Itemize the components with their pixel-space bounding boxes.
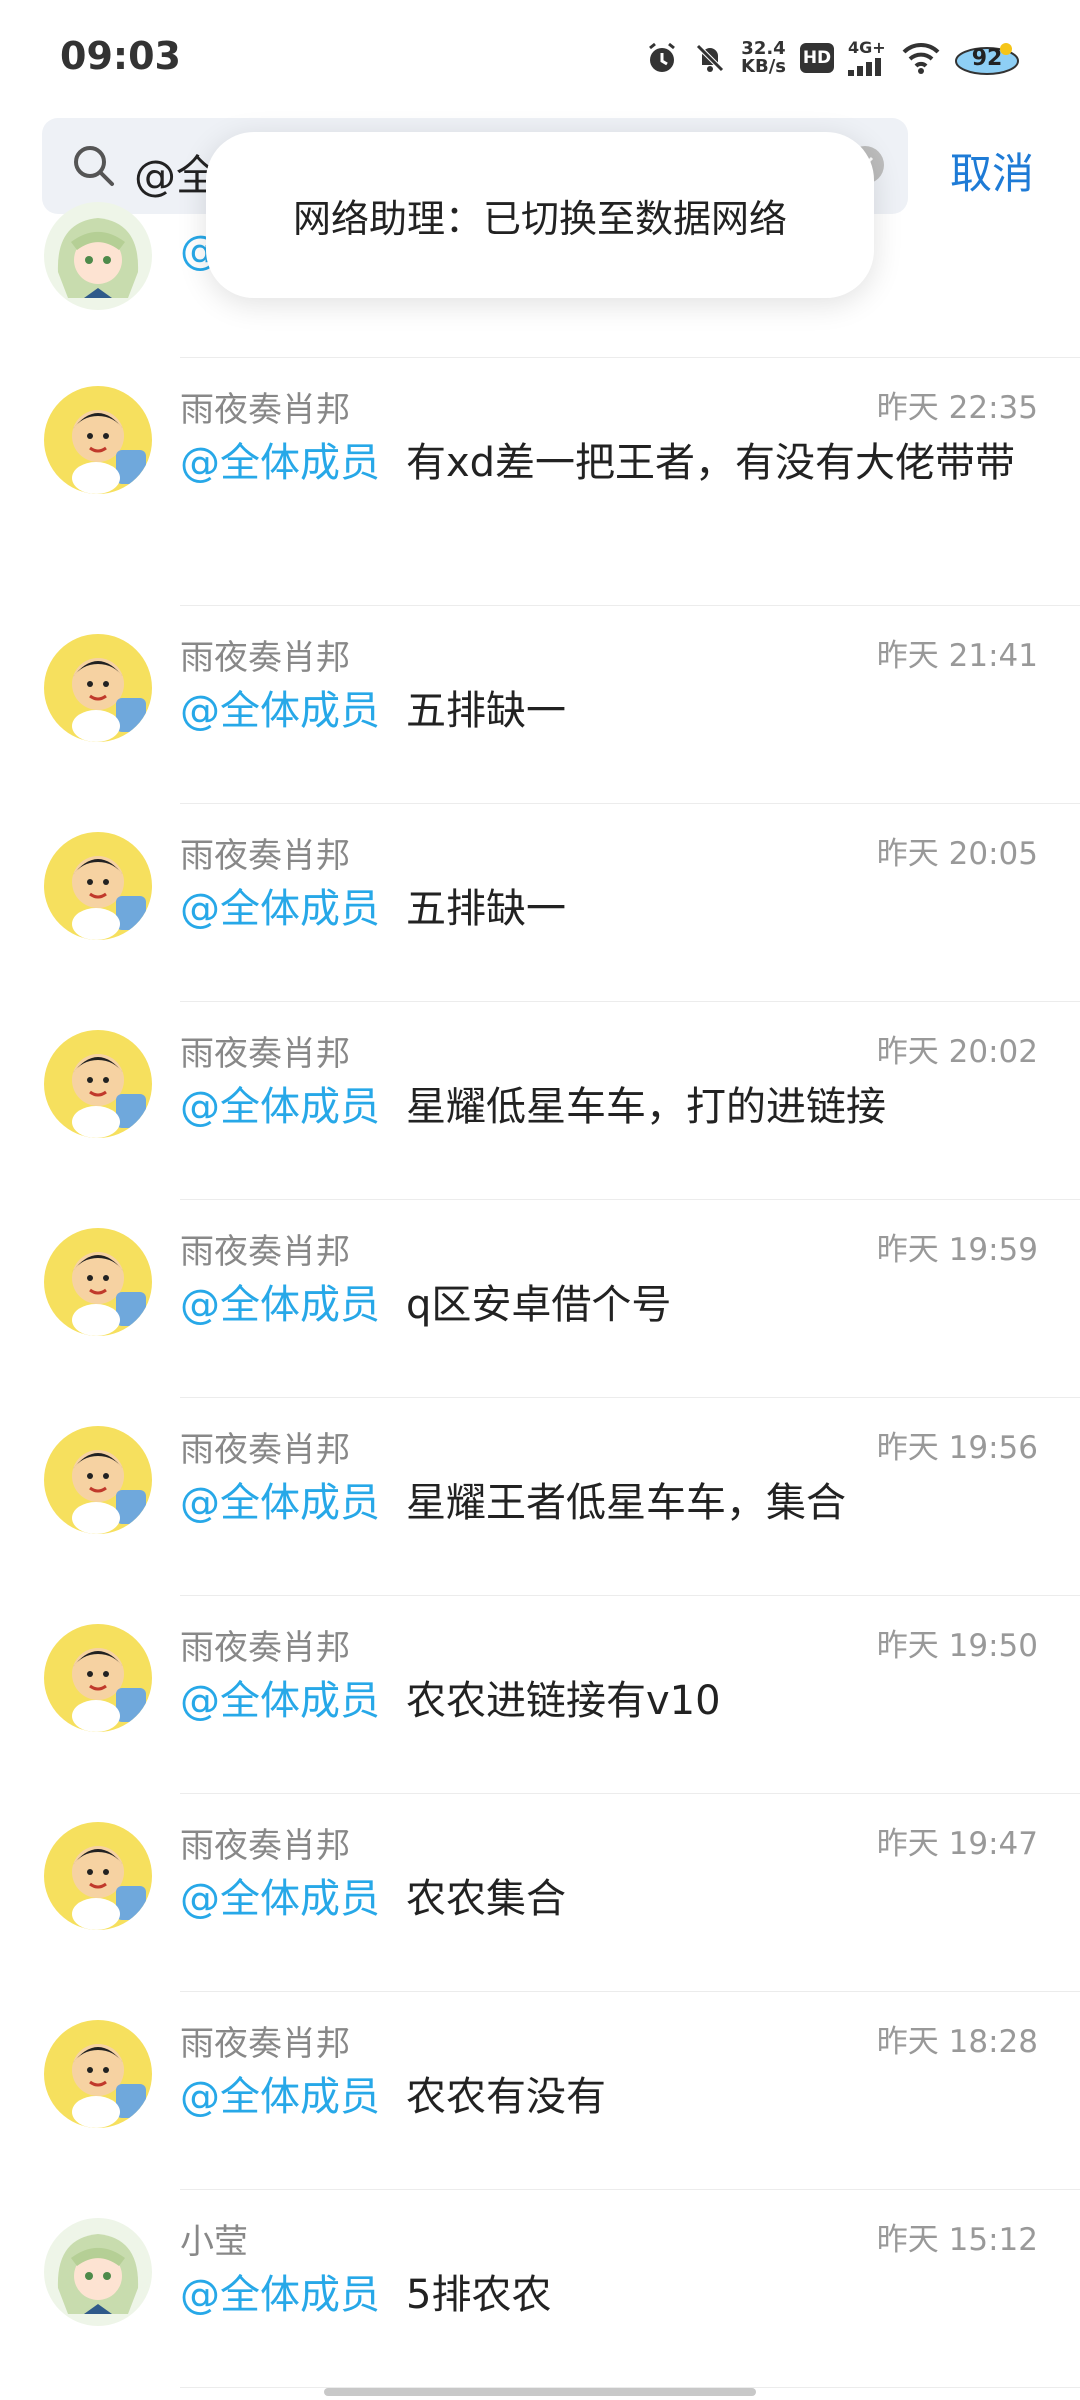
mention-all-tag[interactable]: @全体成员 xyxy=(180,886,380,932)
mention-all-tag[interactable]: @全体成员 xyxy=(180,2272,380,2318)
hd-icon: HD xyxy=(800,43,834,73)
message-text: @全体成员 q区安卓借个号 xyxy=(180,1280,1040,1330)
message-body: 农农进链接有v10 xyxy=(406,1678,721,1724)
mention-all-tag[interactable]: @全体成员 xyxy=(180,1678,380,1724)
message-time: 昨天 18:28 xyxy=(876,2024,1038,2060)
message-text: @全体成员 五排缺一 xyxy=(180,686,1040,736)
sender-name: 雨夜奏肖邦 xyxy=(180,1628,350,1668)
message-body: 星耀王者低星车车，集合 xyxy=(406,1480,846,1526)
battery-icon: 92 xyxy=(954,41,1020,75)
message-text: @全体成员 农农进链接有v10 xyxy=(180,1676,1040,1726)
sender-name: 雨夜奏肖邦 xyxy=(180,836,350,876)
message-row[interactable]: 雨夜奏肖邦 昨天 22:35 @全体成员 有xd差一把王者，有没有大佬带带 xyxy=(0,358,1080,606)
sender-name: 雨夜奏肖邦 xyxy=(180,1430,350,1470)
message-row[interactable]: 小莹 昨天 15:12 @全体成员 5排农农 xyxy=(0,2190,1080,2388)
message-row[interactable]: 雨夜奏肖邦 昨天 20:02 @全体成员 星耀低星车车，打的进链接 xyxy=(0,1002,1080,1200)
sender-name: 小莹 xyxy=(180,2222,248,2262)
sender-name: 雨夜奏肖邦 xyxy=(180,2024,350,2064)
message-text: @全体成员 有xd差一把王者，有没有大佬带带 xyxy=(180,438,1040,488)
avatar[interactable] xyxy=(44,386,152,494)
status-time: 09:03 xyxy=(60,34,181,78)
message-row[interactable]: 雨夜奏肖邦 昨天 19:50 @全体成员 农农进链接有v10 xyxy=(0,1596,1080,1794)
message-time: 昨天 19:47 xyxy=(876,1826,1038,1862)
mention-all-tag[interactable]: @全体成员 xyxy=(180,1480,380,1526)
avatar[interactable] xyxy=(44,832,152,940)
message-body: 5排农农 xyxy=(406,2272,552,2318)
avatar[interactable] xyxy=(44,2020,152,2128)
message-text: @全体成员 星耀低星车车，打的进链接 xyxy=(180,1082,1040,1132)
status-bar: 09:03 32.4 KB/s HD 4G+ 92 xyxy=(0,0,1080,110)
avatar[interactable] xyxy=(44,1030,152,1138)
mute-bell-icon xyxy=(693,41,727,75)
network-speed-unit: KB/s xyxy=(741,56,786,77)
sender-name: 雨夜奏肖邦 xyxy=(180,1232,350,1272)
message-body: 五排缺一 xyxy=(406,886,566,932)
message-list[interactable]: @全体成员农雨夜奏肖邦昨天 22:35@全体成员有xd差一把王者，有没有大佬带带… xyxy=(0,202,1080,2388)
message-time: 昨天 15:12 xyxy=(876,2222,1038,2258)
search-icon xyxy=(74,146,114,186)
message-body: 五排缺一 xyxy=(406,688,566,734)
network-speed: 32.4 KB/s xyxy=(741,40,786,76)
avatar[interactable] xyxy=(44,1624,152,1732)
alarm-icon xyxy=(645,41,679,75)
message-text: @全体成员 农农集合 xyxy=(180,1874,1040,1924)
message-row[interactable]: 雨夜奏肖邦 昨天 19:47 @全体成员 农农集合 xyxy=(0,1794,1080,1992)
mention-all-tag[interactable]: @全体成员 xyxy=(180,1282,380,1328)
system-icons: 32.4 KB/s HD 4G+ 92 xyxy=(645,30,1020,86)
message-time: 昨天 22:35 xyxy=(876,390,1038,426)
message-time: 昨天 19:50 xyxy=(876,1628,1038,1664)
message-time: 昨天 20:05 xyxy=(876,836,1038,872)
message-body: q区安卓借个号 xyxy=(406,1282,672,1328)
message-text: @全体成员 星耀王者低星车车，集合 xyxy=(180,1478,1040,1528)
avatar[interactable] xyxy=(44,1228,152,1336)
mention-all-tag[interactable]: @全体成员 xyxy=(180,2074,380,2120)
avatar[interactable] xyxy=(44,1426,152,1534)
cellular-signal-icon: 4G+ xyxy=(848,40,888,76)
wifi-icon xyxy=(902,42,940,74)
message-text: @全体成员 5排农农 xyxy=(180,2270,1040,2320)
message-time: 昨天 19:59 xyxy=(876,1232,1038,1268)
message-row[interactable]: 雨夜奏肖邦 昨天 20:05 @全体成员 五排缺一 xyxy=(0,804,1080,1002)
message-body: 农农集合 xyxy=(406,1876,566,1922)
message-text: @全体成员 五排缺一 xyxy=(180,884,1040,934)
message-row[interactable]: 雨夜奏肖邦 昨天 18:28 @全体成员 农农有没有 xyxy=(0,1992,1080,2190)
message-row[interactable]: 雨夜奏肖邦 昨天 19:56 @全体成员 星耀王者低星车车，集合 xyxy=(0,1398,1080,1596)
mention-all-tag[interactable]: @全体成员 xyxy=(180,440,380,486)
avatar[interactable] xyxy=(44,1822,152,1930)
avatar[interactable] xyxy=(44,634,152,742)
sender-name: 雨夜奏肖邦 xyxy=(180,1826,350,1866)
message-body: 农农有没有 xyxy=(406,2074,606,2120)
home-indicator[interactable] xyxy=(324,2388,756,2396)
mention-all-tag[interactable]: @全体成员 xyxy=(180,688,380,734)
message-body: 星耀低星车车，打的进链接 xyxy=(406,1084,886,1130)
message-text: @全体成员 农农有没有 xyxy=(180,2072,1040,2122)
sender-name: 雨夜奏肖邦 xyxy=(180,390,350,430)
avatar[interactable] xyxy=(44,202,152,310)
cancel-button[interactable]: 取消 xyxy=(950,140,1034,201)
message-time: 昨天 20:02 xyxy=(876,1034,1038,1070)
mention-all-tag[interactable]: @全体成员 xyxy=(180,1876,380,1922)
message-time: 昨天 19:56 xyxy=(876,1430,1038,1466)
network-type-label: 4G+ xyxy=(848,38,886,57)
message-row[interactable]: 雨夜奏肖邦 昨天 21:41 @全体成员 五排缺一 xyxy=(0,606,1080,804)
hd-label: HD xyxy=(802,48,832,68)
network-toast: 网络助理：已切换至数据网络 xyxy=(206,132,874,298)
message-row[interactable]: 雨夜奏肖邦 昨天 19:59 @全体成员 q区安卓借个号 xyxy=(0,1200,1080,1398)
sender-name: 雨夜奏肖邦 xyxy=(180,1034,350,1074)
avatar[interactable] xyxy=(44,2218,152,2326)
message-time: 昨天 21:41 xyxy=(876,638,1038,674)
message-body: 有xd差一把王者，有没有大佬带带 xyxy=(406,440,1016,486)
sender-name: 雨夜奏肖邦 xyxy=(180,638,350,678)
battery-level: 92 xyxy=(971,45,1003,71)
mention-all-tag[interactable]: @全体成员 xyxy=(180,1084,380,1130)
